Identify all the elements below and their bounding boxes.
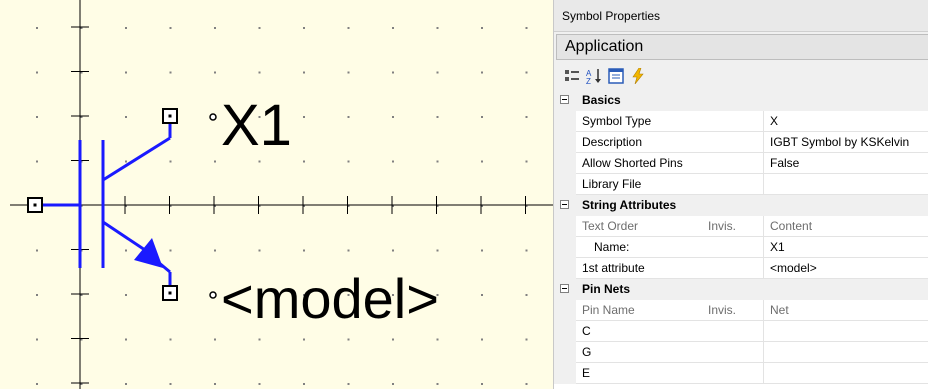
events-button[interactable] — [628, 66, 648, 86]
pin-row-c[interactable]: C — [554, 321, 928, 342]
emitter-lead — [102, 220, 146, 252]
refdes-label[interactable]: X1 — [221, 93, 292, 158]
model-anchor[interactable] — [209, 291, 217, 299]
collapse-icon[interactable] — [560, 200, 569, 209]
sort-alphabetical-button[interactable]: A Z — [584, 66, 604, 86]
prop-row-symbol-type[interactable]: Symbol Type X — [554, 111, 928, 132]
pin-row-e[interactable]: E — [554, 363, 928, 384]
string-attributes-header: Text Order Invis. Content — [554, 216, 928, 237]
categorized-button[interactable] — [562, 66, 582, 86]
prop-row-library-file[interactable]: Library File — [554, 174, 928, 195]
category-basics[interactable]: Basics — [554, 90, 928, 111]
schematic-canvas[interactable]: X1 <model> — [0, 0, 553, 389]
refdes-anchor[interactable] — [209, 113, 217, 121]
model-label[interactable]: <model> — [221, 267, 439, 330]
pin-c[interactable] — [162, 108, 178, 124]
property-pages-button[interactable] — [606, 66, 626, 86]
pin-e[interactable] — [162, 285, 178, 301]
panel-title: Symbol Properties — [554, 0, 928, 32]
svg-text:Z: Z — [586, 77, 591, 84]
category-string-attributes[interactable]: String Attributes — [554, 195, 928, 216]
grid-dots — [36, 27, 528, 385]
pin-nets-header: Pin Name Invis. Net — [554, 300, 928, 321]
collapse-icon[interactable] — [560, 284, 569, 293]
pin-g[interactable] — [27, 197, 43, 213]
prop-row-1st-attribute[interactable]: 1st attribute <model> — [554, 258, 928, 279]
property-grid: Basics Symbol Type X Description IGBT Sy… — [554, 90, 928, 389]
prop-row-allow-shorted-pins[interactable]: Allow Shorted Pins False — [554, 153, 928, 174]
prop-row-name[interactable]: Name: X1 — [554, 237, 928, 258]
symbol-properties-panel: Symbol Properties Application A Z Basics… — [553, 0, 928, 389]
pin-row-g[interactable]: G — [554, 342, 928, 363]
categorized-icon — [565, 70, 579, 81]
object-selector[interactable]: Application — [556, 34, 928, 60]
prop-row-description[interactable]: Description IGBT Symbol by KSKelvin — [554, 132, 928, 153]
property-toolbar: A Z — [554, 62, 928, 90]
category-pin-nets[interactable]: Pin Nets — [554, 279, 928, 300]
schematic-drawing[interactable]: X1 <model> — [0, 0, 553, 389]
sort-alphabetical-icon: A Z — [586, 69, 601, 84]
events-lightning-icon — [632, 68, 644, 84]
property-pages-icon — [608, 68, 624, 84]
collapse-icon[interactable] — [560, 95, 569, 104]
collector-lead — [102, 136, 171, 182]
